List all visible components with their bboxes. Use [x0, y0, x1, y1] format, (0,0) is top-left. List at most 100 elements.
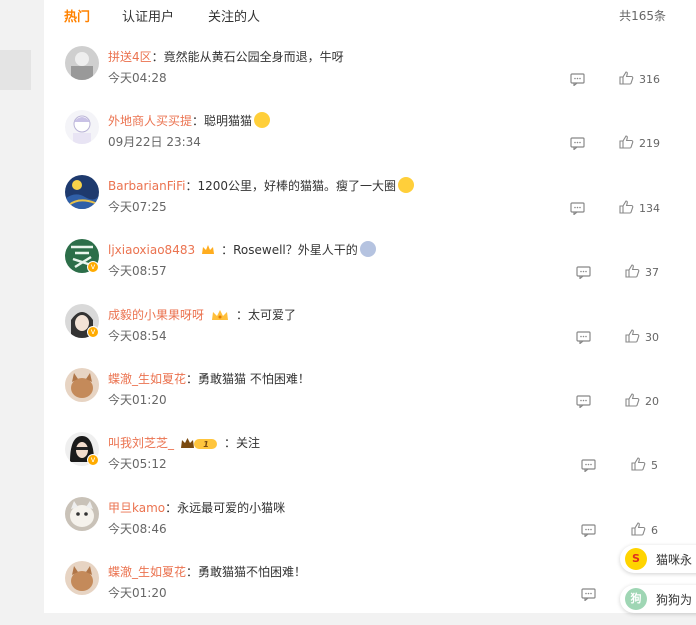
reply-icon[interactable]	[576, 266, 591, 279]
thumbs-up-icon	[625, 393, 640, 407]
member-crown-icon	[202, 245, 215, 254]
colon: ：	[221, 243, 234, 257]
username[interactable]: 拼送4区	[108, 50, 152, 64]
avatar[interactable]	[65, 175, 99, 209]
reply-icon[interactable]	[581, 524, 596, 537]
reply-icon[interactable]	[570, 137, 585, 150]
tab-verified-users[interactable]: 认证用户	[122, 6, 174, 25]
comment-text: 勇敢猫猫不怕困难！	[198, 565, 307, 579]
avatar[interactable]	[65, 368, 99, 402]
suggestion-label: 猫咪永	[656, 553, 693, 567]
like-count: 20	[645, 395, 659, 408]
thumbs-up-icon	[631, 522, 646, 536]
comment-time: 今天08:54	[108, 329, 167, 343]
avatar[interactable]	[65, 110, 99, 144]
comment-time: 09月22日 23:34	[108, 135, 201, 149]
verified-badge-icon: v	[87, 454, 99, 466]
colon: ：	[186, 565, 199, 579]
comment-item: 蝶澈_生如夏花：勇敢猫猫 不怕困难！ 今天01:20 20	[44, 368, 696, 432]
comment-item: BarbarianFiFi：1200公里，好棒的猫猫。瘦了一大圈 今天07:25…	[44, 175, 696, 239]
reply-icon[interactable]	[570, 202, 585, 215]
colon: ：	[151, 50, 164, 64]
comment-item: 外地商人买买提：聪明猫猫 09月22日 23:34 219	[44, 110, 696, 174]
like-count: 134	[639, 202, 660, 215]
like-button[interactable]: 5	[631, 457, 658, 472]
avatar[interactable]	[65, 497, 99, 531]
username[interactable]: 成毅的小果果呀呀	[108, 308, 204, 322]
emoji-icon	[398, 177, 415, 193]
left-sidebar-stub	[0, 0, 40, 613]
reply-icon[interactable]	[576, 395, 591, 408]
username[interactable]: 叫我刘芝芝_	[108, 436, 174, 450]
comment-item: v ljxiaoxiao8483 ：Rosewell？外星人干的 今天08:57 …	[44, 239, 696, 303]
member-level: 1	[203, 440, 209, 449]
username[interactable]: BarbarianFiFi	[108, 179, 185, 193]
username[interactable]: 甲旦kamo	[108, 501, 165, 515]
suggestion-chip[interactable]: 狗 狗狗为	[620, 585, 696, 613]
sidebar-block	[0, 50, 31, 90]
thumbs-up-icon	[631, 457, 646, 471]
comment-text: 关注	[236, 436, 261, 450]
like-count: 5	[651, 459, 658, 472]
colon: ：	[224, 436, 237, 450]
like-count: 6	[651, 524, 658, 537]
like-count: 316	[639, 73, 660, 86]
username[interactable]: 外地商人买买提	[108, 114, 192, 128]
comment-text: 竟然能从黄石公园全身而退，牛呀	[163, 50, 344, 64]
verified-badge-icon: v	[87, 261, 99, 273]
comment-text: 勇敢猫猫 不怕困难！	[198, 372, 310, 386]
comment-text: 太可爱了	[248, 308, 297, 322]
colon: ：	[185, 179, 198, 193]
comment-time: 今天07:25	[108, 200, 167, 214]
reply-icon[interactable]	[581, 588, 596, 601]
avatar[interactable]	[65, 46, 99, 80]
comment-item: 蝶澈_生如夏花：勇敢猫猫不怕困难！ 今天01:20	[44, 561, 696, 625]
colon: ：	[192, 114, 205, 128]
like-button[interactable]: 20	[625, 393, 659, 408]
comment-text: 1200公里，好棒的猫猫。瘦了一大圈	[197, 179, 397, 193]
comment-panel: 热门 认证用户 关注的人 共165条 拼送4区：竟然能从黄石公园全身而退，牛呀 …	[44, 0, 696, 613]
comment-time: 今天05:12	[108, 457, 167, 471]
colon: ：	[165, 501, 178, 515]
thumbs-up-icon	[619, 71, 634, 85]
comment-time: 今天01:20	[108, 393, 167, 407]
emoji-icon	[254, 112, 271, 128]
like-count: 37	[645, 266, 659, 279]
comment-text: 永远最可爱的小猫咪	[177, 501, 286, 515]
username[interactable]: ljxiaoxiao8483	[108, 243, 195, 257]
thumbs-up-icon	[625, 264, 640, 278]
like-button[interactable]: 30	[625, 329, 659, 344]
comment-time: 今天01:20	[108, 586, 167, 600]
like-button[interactable]: 134	[619, 200, 660, 215]
suggestion-chip[interactable]: S 猫咪永	[620, 545, 696, 573]
like-button[interactable]: 219	[619, 135, 660, 150]
member-level-badge-icon: 1	[181, 438, 218, 449]
username[interactable]: 蝶澈_生如夏花	[108, 565, 186, 579]
tab-hot[interactable]: 热门	[64, 6, 90, 25]
avatar[interactable]	[65, 561, 99, 595]
like-button[interactable]: 37	[625, 264, 659, 279]
comment-text: 聪明猫猫	[204, 114, 253, 128]
alien-emoji-icon	[359, 241, 376, 257]
search-topic-icon: S	[625, 548, 647, 570]
comment-item: v 成毅的小果果呀呀 ：太可爱了 今天08:54 30	[44, 304, 696, 368]
comment-time: 今天08:57	[108, 264, 167, 278]
comment-text: Rosewell？外星人干的	[233, 243, 358, 257]
colon: ：	[236, 308, 249, 322]
thumbs-up-icon	[619, 135, 634, 149]
tab-following[interactable]: 关注的人	[208, 6, 260, 25]
like-count: 219	[639, 137, 660, 150]
like-button[interactable]: 316	[619, 71, 660, 86]
topic-avatar-icon: 狗	[625, 588, 647, 610]
like-button[interactable]: 6	[631, 522, 658, 537]
reply-icon[interactable]	[570, 73, 585, 86]
thumbs-up-icon	[619, 200, 634, 214]
colon: ：	[186, 372, 199, 386]
reply-icon[interactable]	[581, 459, 596, 472]
reply-icon[interactable]	[576, 331, 591, 344]
member-crown-icon	[212, 310, 229, 320]
comment-item: 拼送4区：竟然能从黄石公园全身而退，牛呀 今天04:28 316	[44, 46, 696, 110]
username[interactable]: 蝶澈_生如夏花	[108, 372, 186, 386]
comment-time: 今天08:46	[108, 522, 167, 536]
like-count: 30	[645, 331, 659, 344]
